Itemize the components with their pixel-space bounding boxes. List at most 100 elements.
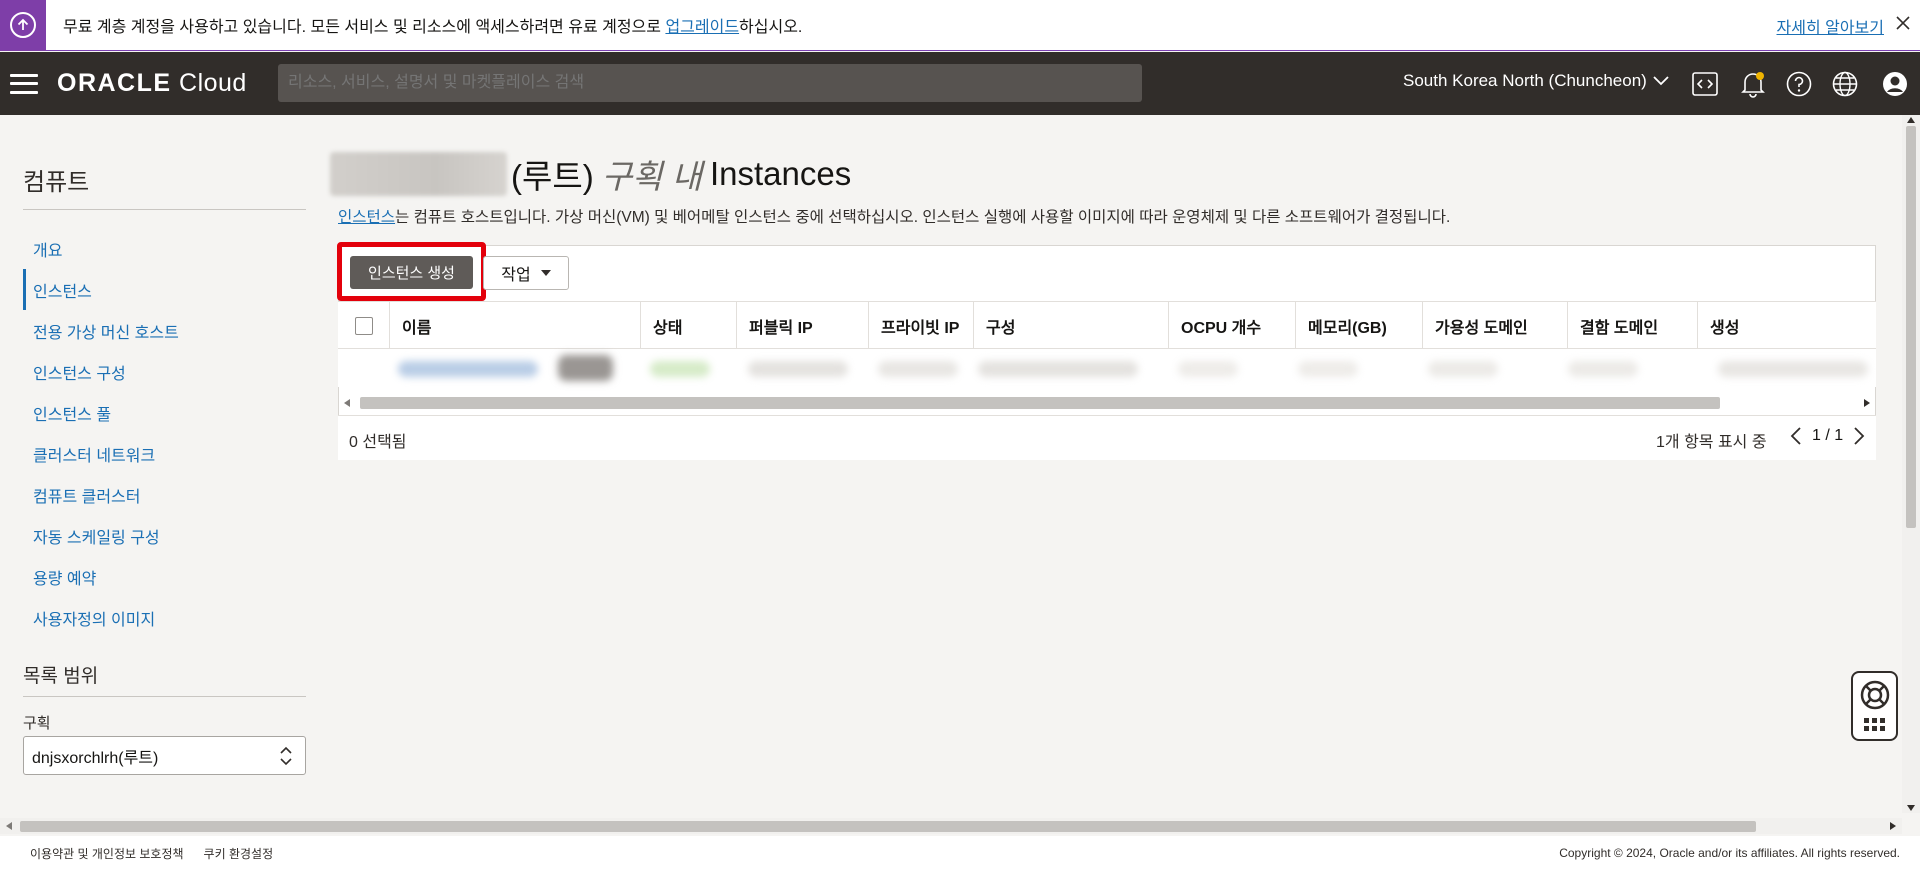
help-icon[interactable]: [1784, 69, 1814, 99]
page-horizontal-scroll-thumb[interactable]: [20, 821, 1756, 832]
sidebar-item-autoscaling[interactable]: 자동 스케일링 구성: [23, 515, 306, 556]
copyright-text: Copyright © 2024, Oracle and/or its affi…: [1559, 846, 1900, 860]
banner-message-prefix: 무료 계층 계정을 사용하고 있습니다. 모든 서비스 및 리소스에 액세스하려…: [63, 19, 666, 36]
selected-count: 0 선택됨: [349, 434, 407, 451]
page-scroll-left-icon[interactable]: [6, 822, 12, 830]
column-header-private-ip[interactable]: 프라이빗 IP: [869, 302, 974, 349]
page-indicator: 1 / 1: [1812, 427, 1844, 444]
column-header-name[interactable]: 이름: [390, 302, 641, 349]
banner-message-suffix: 하십시오.: [739, 19, 803, 36]
code-editor-icon[interactable]: [1690, 69, 1720, 99]
sidebar-item-cluster-networks[interactable]: 클러스터 네트워크: [23, 433, 306, 474]
scope-divider: [23, 696, 306, 697]
redacted-tenancy-name: [330, 152, 507, 196]
region-selector[interactable]: South Korea North (Chuncheon): [1403, 71, 1669, 91]
region-label: South Korea North (Chuncheon): [1403, 71, 1647, 90]
title-in-compartment: 구획 내: [601, 158, 702, 195]
create-instance-button[interactable]: 인스턴스 생성: [350, 256, 473, 289]
scroll-right-arrow-icon[interactable]: [1864, 399, 1870, 407]
compartment-label: 구획: [23, 715, 51, 732]
sidebar-item-instance-configurations[interactable]: 인스턴스 구성: [23, 351, 306, 392]
blurred-instance-name-tail: [558, 355, 613, 381]
grid-dots-icon: [1863, 717, 1885, 731]
page-description: 인스턴스는 컴퓨트 호스트입니다. 가상 머신(VM) 및 베어메탈 인스턴스 …: [338, 205, 1450, 227]
support-widget[interactable]: [1851, 671, 1898, 741]
sidebar-nav: 개요 인스턴스 전용 가상 머신 호스트 인스턴스 구성 인스턴스 풀 클러스터…: [23, 228, 306, 638]
list-scope-title: 목록 범위: [23, 666, 99, 687]
table-scroll-thumb[interactable]: [360, 397, 1720, 409]
items-shown: 1개 항목 표시 중: [1656, 434, 1767, 451]
column-header-availability-domain[interactable]: 가용성 도메인: [1423, 302, 1568, 349]
top-navigation: ORACLE Cloud South Korea North (Chuncheo…: [0, 52, 1920, 115]
actions-label: 작업: [501, 267, 531, 284]
banner-message: 무료 계층 계정을 사용하고 있습니다. 모든 서비스 및 리소스에 액세스하려…: [63, 13, 802, 37]
blurred-fault-domain: [1568, 361, 1638, 377]
blurred-availability-domain: [1428, 361, 1498, 377]
instances-doc-link[interactable]: 인스턴스: [338, 209, 395, 226]
caret-down-icon: [540, 270, 551, 276]
column-header-fault-domain[interactable]: 결함 도메인: [1568, 302, 1698, 349]
banner-icon-area: [0, 0, 46, 51]
terms-privacy-link[interactable]: 이용약관 및 개인정보 보호정책: [30, 845, 184, 862]
column-header-created[interactable]: 생성: [1698, 302, 1876, 349]
column-header-ocpu-count[interactable]: OCPU 개수: [1169, 302, 1296, 349]
blurred-state: [650, 361, 710, 377]
compartment-select[interactable]: dnjsxorchlrh(루트): [23, 736, 306, 775]
blurred-public-ip: [748, 361, 848, 377]
sidebar-item-overview[interactable]: 개요: [23, 228, 306, 269]
free-tier-banner: 무료 계층 계정을 사용하고 있습니다. 모든 서비스 및 리소스에 액세스하려…: [0, 0, 1920, 51]
blurred-memory: [1298, 361, 1358, 377]
sidebar-item-compute-clusters[interactable]: 컴퓨트 클러스터: [23, 474, 306, 515]
sidebar-item-capacity-reservations[interactable]: 용량 예약: [23, 556, 306, 597]
table-row[interactable]: [338, 349, 1876, 387]
logo-cloud: Cloud: [179, 69, 247, 97]
title-resource: Instances: [709, 155, 852, 192]
table-header: 이름 상태 퍼블릭 IP 프라이빗 IP 구성 OCPU 개수 메모리(GB) …: [338, 301, 1876, 349]
title-root: (루트): [511, 158, 594, 195]
blurred-shape: [978, 361, 1138, 377]
lifebuoy-icon: [1860, 681, 1889, 710]
description-text: 는 컴퓨트 호스트입니다. 가상 머신(VM) 및 베어메탈 인스턴스 중에 선…: [395, 209, 1451, 226]
page-footer: 이용약관 및 개인정보 보호정책 쿠키 환경설정 Copyright © 202…: [0, 836, 1920, 869]
pagination: 1 / 1: [1790, 427, 1865, 445]
compartment-value: dnjsxorchlrh(루트): [32, 749, 159, 767]
column-header-state[interactable]: 상태: [641, 302, 737, 349]
actions-dropdown-button[interactable]: 작업: [483, 256, 569, 290]
scroll-left-arrow-icon[interactable]: [344, 399, 350, 407]
page-horizontal-scrollbar[interactable]: [0, 818, 1902, 834]
sidebar-item-instances[interactable]: 인스턴스: [23, 269, 306, 310]
page-scroll-right-icon[interactable]: [1890, 822, 1896, 830]
menu-icon[interactable]: [10, 73, 38, 94]
scroll-up-arrow-icon[interactable]: [1907, 117, 1915, 123]
previous-page-icon[interactable]: [1790, 427, 1802, 445]
page-vertical-scroll-thumb[interactable]: [1906, 126, 1916, 528]
cookie-preferences-link[interactable]: 쿠키 환경설정: [204, 845, 274, 862]
scroll-down-arrow-icon[interactable]: [1907, 805, 1915, 811]
sidebar-divider: [23, 209, 306, 210]
oracle-cloud-logo[interactable]: ORACLE Cloud: [57, 69, 247, 98]
search-input[interactable]: [278, 64, 1142, 102]
table-horizontal-scrollbar[interactable]: [340, 394, 1874, 412]
notifications-bell-icon[interactable]: [1738, 69, 1768, 99]
page-vertical-scrollbar[interactable]: [1902, 115, 1920, 813]
next-page-icon[interactable]: [1853, 427, 1865, 445]
select-all-checkbox[interactable]: [354, 316, 373, 335]
blurred-instance-name[interactable]: [398, 361, 538, 377]
column-header-shape[interactable]: 구성: [974, 302, 1169, 349]
sidebar-item-custom-images[interactable]: 사용자정의 이미지: [23, 597, 306, 638]
learn-more-link[interactable]: 자세히 알아보기: [1777, 14, 1885, 38]
sidebar-item-instance-pools[interactable]: 인스턴스 풀: [23, 392, 306, 433]
upgrade-arrow-icon: [10, 12, 36, 38]
footer-links: 이용약관 및 개인정보 보호정책 쿠키 환경설정: [30, 845, 273, 862]
close-banner-icon[interactable]: [1892, 12, 1914, 34]
select-all-cell: [338, 302, 390, 349]
column-header-memory[interactable]: 메모리(GB): [1296, 302, 1423, 349]
language-globe-icon[interactable]: [1830, 69, 1860, 99]
page-title: (루트) 구획 내 Instances: [330, 150, 851, 198]
upgrade-link[interactable]: 업그레이드: [665, 19, 739, 36]
sidebar-item-dedicated-vm-hosts[interactable]: 전용 가상 머신 호스트: [23, 310, 306, 351]
user-profile-icon[interactable]: [1880, 69, 1910, 99]
column-header-public-ip[interactable]: 퍼블릭 IP: [737, 302, 869, 349]
blurred-created: [1718, 361, 1868, 377]
blurred-ocpu: [1178, 361, 1238, 377]
